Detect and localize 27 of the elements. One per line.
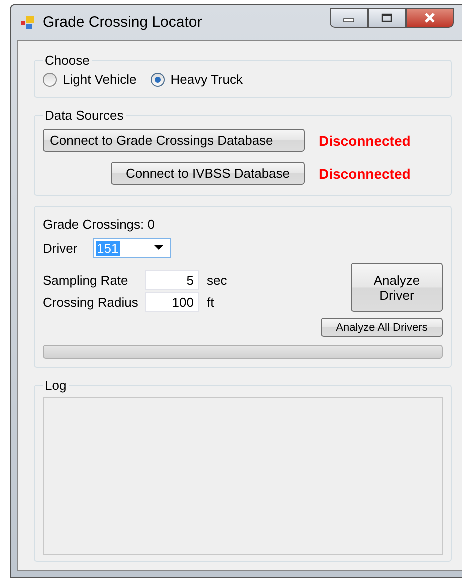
close-icon [423,12,437,24]
caret-icon [154,245,164,251]
unit-label: sec [207,272,228,288]
maximize-button[interactable] [368,8,406,28]
group-title: Choose [44,53,91,68]
unit-label: ft [207,294,214,310]
connect-button[interactable]: Connect to IVBSS Database [111,162,305,185]
field-label: Sampling Rate [43,272,130,288]
app-icon [21,16,35,29]
minimize-button[interactable] [330,8,368,28]
analyze-all-button[interactable]: Analyze All Drivers [321,318,443,337]
maximize-icon [381,12,393,22]
window-title: Grade Crossing Locator [43,14,202,31]
group-title: Data Sources [44,108,125,123]
connect-button[interactable]: Connect to Grade Crossings Database [43,129,305,152]
field-label: Driver [43,240,79,256]
input-field[interactable]: 100 [145,292,199,312]
grade-crossings-count: Grade Crossings: 0 [43,217,156,232]
radio-option[interactable]: Light Vehicle [43,72,137,87]
group-title: Log [44,378,68,393]
analyze-driver-button[interactable]: Analyze Driver [351,263,443,312]
close-button[interactable] [406,8,454,28]
connection-status: Disconnected [319,132,411,148]
radio-option[interactable]: Heavy Truck [150,72,243,87]
input-field[interactable]: 5 [145,270,199,290]
connection-status: Disconnected [319,166,411,182]
field-label: Crossing Radius [43,294,140,310]
